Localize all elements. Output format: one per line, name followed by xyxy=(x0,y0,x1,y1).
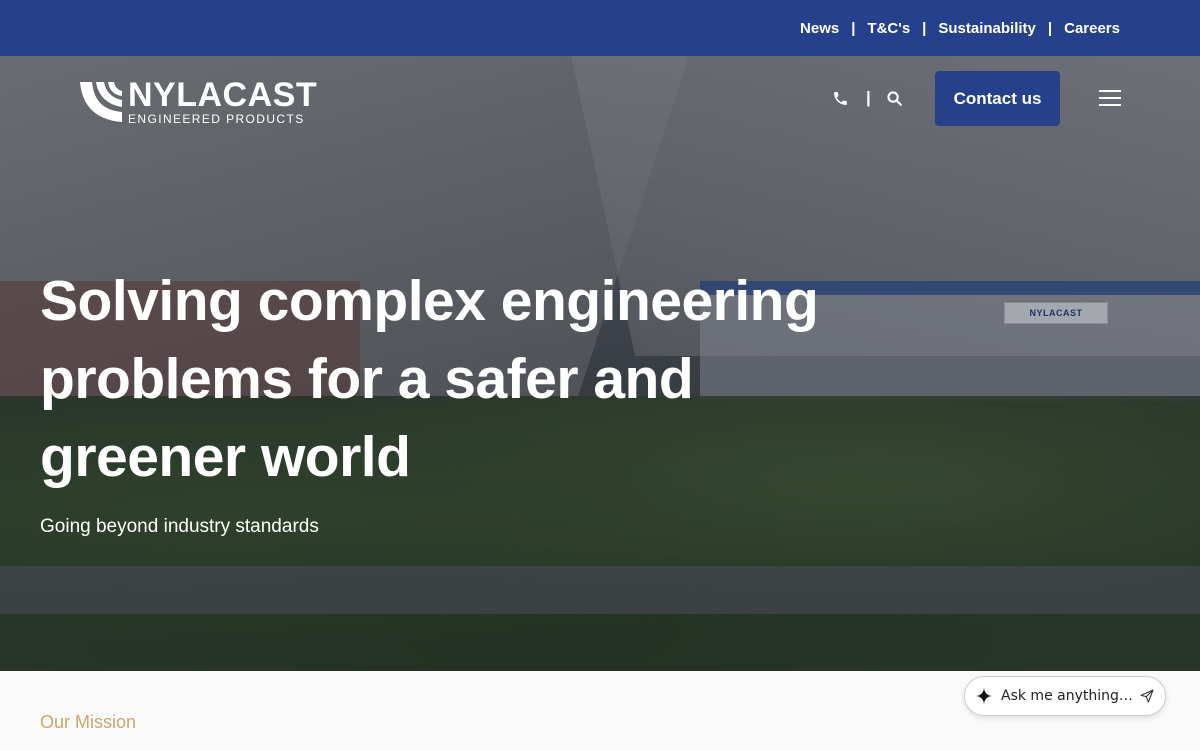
hero-subtitle: Going beyond industry standards xyxy=(40,516,319,537)
hamburger-menu-icon[interactable] xyxy=(1099,90,1121,108)
chat-assistant-input[interactable]: Ask me anything… xyxy=(964,676,1166,716)
logo-brand-name: NYLACAST xyxy=(128,76,318,114)
top-utility-bar: News | T&C's | Sustainability | Careers xyxy=(0,0,1200,56)
chat-placeholder: Ask me anything… xyxy=(1001,688,1133,704)
topbar-link-terms[interactable]: T&C's xyxy=(867,20,910,37)
hero-title: Solving complex engineering problems for… xyxy=(40,262,840,496)
logo-mark-icon xyxy=(80,81,122,122)
topbar-link-news[interactable]: News xyxy=(800,20,839,37)
topbar-separator: | xyxy=(922,19,927,37)
contact-us-button[interactable]: Contact us xyxy=(935,71,1060,126)
hero-title-line: problems for a safer and xyxy=(40,347,694,411)
topbar-link-sustainability[interactable]: Sustainability xyxy=(938,20,1036,37)
nav-separator: | xyxy=(866,88,871,107)
header-icons: | xyxy=(830,88,905,108)
sparkle-icon xyxy=(975,687,993,705)
site-logo[interactable]: NYLACAST ENGINEERED PRODUCTS xyxy=(80,78,317,125)
send-icon[interactable] xyxy=(1139,688,1155,704)
topbar-separator: | xyxy=(1047,19,1053,37)
topbar-separator: | xyxy=(851,19,856,37)
search-icon[interactable] xyxy=(885,88,905,108)
logo-tagline: ENGINEERED PRODUCTS xyxy=(128,112,305,126)
phone-icon[interactable] xyxy=(830,88,850,108)
mission-label: Our Mission xyxy=(40,712,137,732)
hero-title-line: Solving complex engineering xyxy=(40,269,819,333)
topbar-link-careers[interactable]: Careers xyxy=(1064,20,1120,37)
hero-title-line: greener world xyxy=(40,425,411,489)
